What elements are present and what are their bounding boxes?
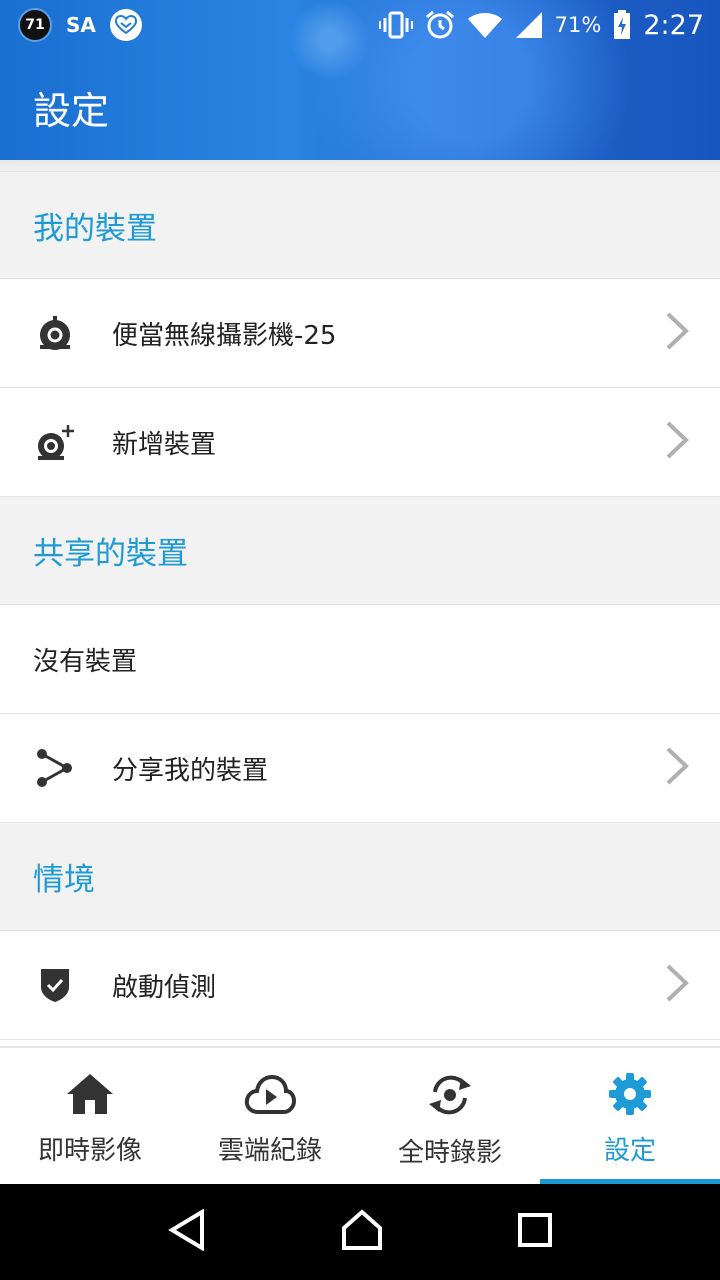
section-header-scenarios: 情境	[0, 823, 720, 931]
nav-label: 全時錄影	[397, 1138, 502, 1168]
back-icon[interactable]	[167, 1208, 207, 1255]
system-nav-bar	[0, 1184, 720, 1280]
section-header-my-devices: 我的裝置	[0, 172, 720, 279]
alarm-icon	[425, 10, 455, 40]
carrier-text: SA	[66, 13, 96, 37]
status-bar: 71 SA 71% 2:27	[0, 0, 720, 50]
clock: 2:27	[643, 9, 704, 41]
device-row[interactable]: 便當無線攝影機-25	[0, 279, 720, 388]
rotate-record-icon	[425, 1072, 475, 1122]
nav-label: 雲端紀錄	[217, 1136, 322, 1166]
home-nav-icon[interactable]	[341, 1209, 383, 1255]
settings-list: 我的裝置 便當無線攝影機-25 新增裝置 共享的裝置 沒有裝置 分享我的裝置 情…	[0, 160, 720, 1040]
signal-icon	[515, 11, 543, 39]
share-device-row[interactable]: 分享我的裝置	[0, 714, 720, 823]
section-header-shared-devices: 共享的裝置	[0, 497, 720, 605]
header-shadow	[0, 160, 720, 172]
vibrate-icon	[378, 11, 413, 39]
gear-icon	[608, 1072, 652, 1120]
page-title: 設定	[33, 89, 110, 133]
chevron-right-icon	[664, 420, 690, 464]
add-device-row[interactable]: 新增裝置	[0, 388, 720, 497]
start-detection-row[interactable]: 啟動偵測	[0, 931, 720, 1040]
share-icon	[0, 748, 112, 788]
add-camera-icon	[0, 423, 112, 461]
no-devices-text: 沒有裝置	[33, 646, 138, 677]
add-device-label: 新增裝置	[112, 429, 217, 460]
no-devices-row: 沒有裝置	[0, 605, 720, 714]
nav-live-view[interactable]: 即時影像	[0, 1048, 180, 1184]
nav-settings[interactable]: 設定	[540, 1048, 720, 1184]
chevron-right-icon	[664, 311, 690, 355]
app-header: 71 SA 71% 2:27 設定	[0, 0, 720, 160]
nav-continuous-recording[interactable]: 全時錄影	[360, 1048, 540, 1184]
settings-screen: 71 SA 71% 2:27 設定 我的裝置 便當無線攝影機-25 新增裝置 共…	[0, 0, 720, 1280]
battery-charging-icon	[613, 10, 631, 40]
nav-label: 設定	[603, 1136, 656, 1166]
battery-percent: 71%	[554, 13, 602, 37]
notification-badge: 71	[18, 8, 52, 42]
nav-cloud-records[interactable]: 雲端紀錄	[180, 1048, 360, 1184]
home-icon	[65, 1072, 115, 1120]
start-detection-label: 啟動偵測	[112, 972, 217, 1003]
recents-icon[interactable]	[517, 1212, 553, 1252]
shield-check-icon	[0, 967, 112, 1003]
app-notification-icon	[109, 9, 142, 41]
chevron-right-icon	[664, 963, 690, 1007]
nav-label: 即時影像	[37, 1136, 142, 1166]
share-device-label: 分享我的裝置	[112, 755, 269, 786]
notification-count: 71	[25, 17, 45, 33]
cloud-play-icon	[244, 1072, 297, 1120]
wifi-icon	[467, 11, 503, 39]
device-name: 便當無線攝影機-25	[112, 320, 337, 351]
bottom-nav: 即時影像 雲端紀錄 全時錄影 設定	[0, 1046, 720, 1184]
camera-icon	[0, 316, 112, 350]
chevron-right-icon	[664, 746, 690, 790]
